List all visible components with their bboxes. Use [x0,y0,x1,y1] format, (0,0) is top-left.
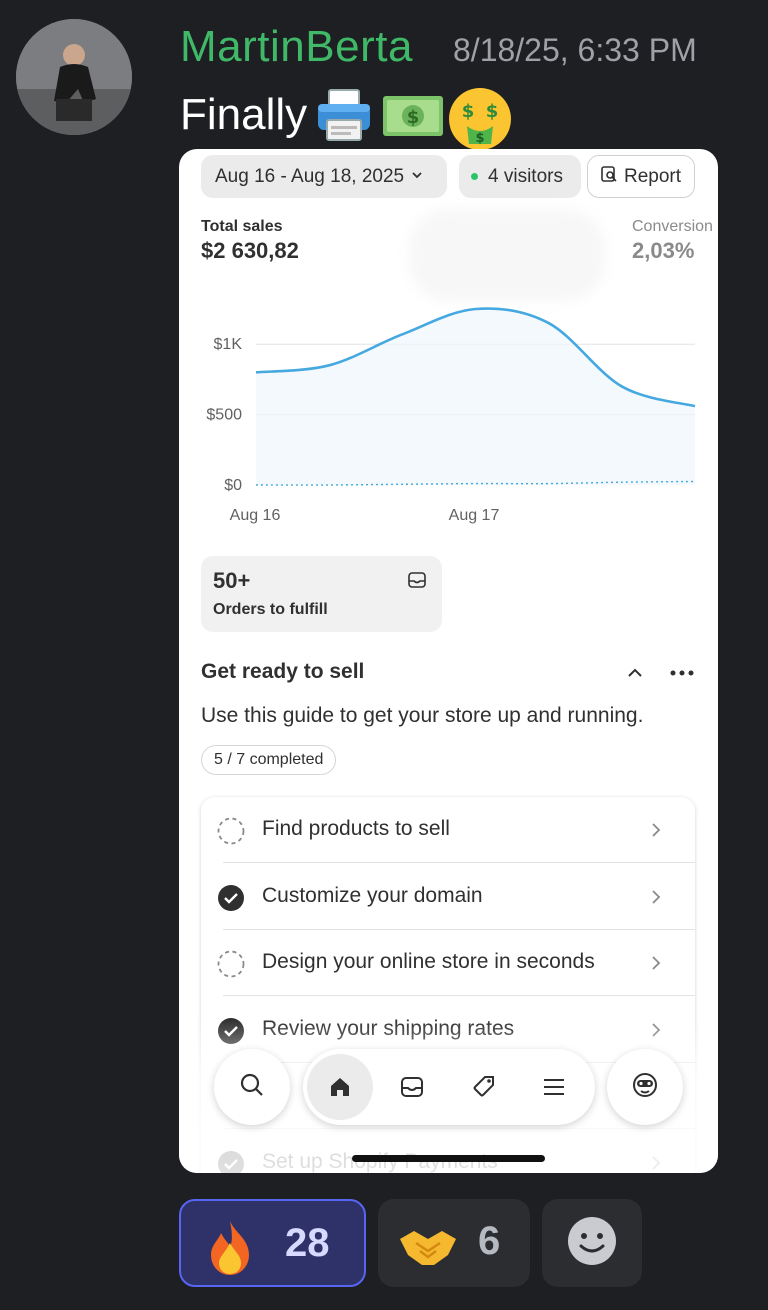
tag-icon [473,1076,494,1097]
message-content: Finally $ $ $ $ [180,86,512,150]
report-button[interactable]: Report [587,155,695,198]
home-icon [331,1078,349,1096]
live-dot-icon [471,173,478,180]
menu-icon [544,1079,564,1095]
chevron-right-icon [649,954,663,977]
reaction-fire-count: 28 [285,1221,330,1265]
chevron-right-icon [649,888,663,911]
task-item[interactable]: Find products to sell [201,797,695,863]
dashed-circle-icon [217,817,245,850]
svg-text:$: $ [407,107,420,128]
printer-emoji [315,86,373,144]
report-label: Report [624,165,682,187]
add-reaction-icon [567,1216,617,1271]
dashed-circle-icon [217,950,245,983]
more-options-icon[interactable] [669,663,695,688]
nav-menu-button[interactable] [519,1049,589,1125]
progress-badge: 5 / 7 completed [201,745,337,775]
nav-products-button[interactable] [449,1049,519,1125]
task-label: Find products to sell [262,817,450,840]
handshake-emoji [398,1221,458,1274]
reaction-handshake-count: 6 [478,1219,501,1263]
reaction-fire[interactable]: 28 [179,1199,366,1287]
nav-search-button[interactable] [214,1049,290,1125]
inbox-icon [407,570,427,595]
svg-text:$: $ [462,101,475,122]
message-text: Finally [180,90,308,139]
fire-emoji [201,1219,259,1282]
orders-to-fulfill-card[interactable]: 50+ Orders to fulfill [201,556,442,632]
task-item[interactable]: Customize your domain [201,864,695,930]
y-tick-label: $500 [206,407,242,424]
date-range-selector[interactable]: Aug 16 - Aug 18, 2025 [201,155,447,198]
y-tick-label: $1K [214,336,243,353]
dollar-banknote-emoji: $ [381,86,444,144]
conversion-value: 2,03% [632,238,695,263]
username[interactable]: MartinBerta [180,22,413,72]
chevron-down-icon [410,166,424,188]
guide-title: Get ready to sell [201,660,365,683]
search-icon [239,1072,265,1103]
task-label: Design your online store in seconds [262,950,595,973]
conversion-label: Conversion [632,218,713,235]
blurred-area [409,209,605,301]
total-sales-label: Total sales [201,218,283,235]
date-range-label: Aug 16 - Aug 18, 2025 [215,165,405,187]
y-tick-label: $0 [224,477,242,494]
orders-count: 50+ [213,568,251,593]
guide-description: Use this guide to get your store up and … [201,704,644,727]
chevron-up-icon[interactable] [625,663,645,688]
task-item[interactable]: Design your online store in seconds [201,930,695,996]
total-sales-value: $2 630,82 [201,238,299,263]
svg-text:$: $ [476,131,485,146]
chevron-right-icon [649,821,663,844]
nav-sidekick-button[interactable] [607,1049,683,1125]
user-avatar[interactable] [16,19,132,135]
shopify-screenshot[interactable]: Aug 16 - Aug 18, 2025 4 visitors Report … [179,149,718,1173]
svg-text:$: $ [486,101,499,122]
home-indicator [352,1155,545,1162]
message-timestamp: 8/18/25, 6:33 PM [453,32,697,68]
money-mouth-face-emoji: $ $ $ [447,86,512,150]
task-label: Customize your domain [262,883,483,907]
orders-label: Orders to fulfill [213,601,328,618]
x-tick-label: Aug 17 [449,507,500,524]
visitors-label: 4 visitors [488,165,563,187]
sales-chart: $1K $500 $0 Aug 16 Aug 17 [206,307,696,524]
series-area [256,308,695,485]
x-tick-label: Aug 16 [230,507,281,524]
add-reaction-button[interactable] [542,1199,642,1287]
nav-orders-button[interactable] [377,1049,447,1125]
reaction-handshake[interactable]: 6 [378,1199,530,1287]
visitors-badge[interactable]: 4 visitors [459,155,581,198]
sidekick-icon [631,1071,659,1104]
nav-home-button[interactable] [307,1054,373,1120]
inbox-icon [401,1077,423,1097]
report-icon [600,165,618,189]
check-circle-icon [217,884,245,917]
nav-bar [303,1049,595,1125]
